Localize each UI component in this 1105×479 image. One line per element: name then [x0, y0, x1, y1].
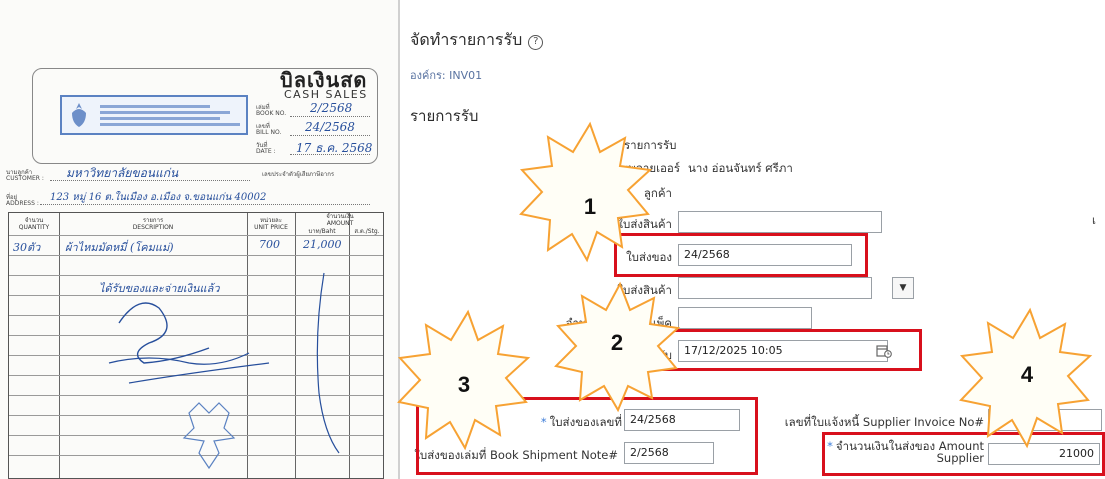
badge-number-4: 4 — [1020, 362, 1034, 387]
highlight-receipt-date — [614, 329, 922, 371]
seal-icon — [72, 103, 86, 127]
carrier-input[interactable] — [678, 307, 812, 329]
date-label: วันที่ DATE : — [256, 142, 276, 155]
supplier-value: นาง อ่อนจันทร์ ศรีภา — [688, 161, 793, 175]
badge-number-1: 1 — [583, 194, 597, 219]
help-circle-icon[interactable]: ? — [528, 35, 544, 50]
date-value: 17 ธ.ค. 2568 — [296, 141, 373, 155]
shop-stamp — [60, 95, 248, 135]
highlight-amount — [822, 432, 1105, 476]
chevron-down-icon[interactable]: ▼ — [892, 277, 914, 299]
badge-number-3: 3 — [457, 372, 471, 397]
customer-label: ลูกค้า — [643, 186, 672, 200]
highlight-shipment-docs — [416, 397, 758, 475]
section-title: รายการรับ — [410, 107, 479, 125]
receipt-title-english: CASH SALES — [284, 88, 368, 101]
supplier-invoice-no-label: เลขที่ใบแจ้งหนี้ Supplier Invoice No# — [784, 415, 984, 429]
handwriting-signatures — [108, 272, 340, 470]
address-value: 123 หมู่ 16 ต.ในเมือง อ.เมือง จ.ขอนแก่น … — [50, 192, 267, 203]
create-receipt-form: จัดทำรายการรับ? องค์กร: INV01 รายการรับ … — [402, 0, 1105, 479]
item-label: ใบส่งสินค้า — [617, 283, 672, 297]
shipment-number-input[interactable] — [678, 211, 882, 233]
bill-no-value: 24/2568 — [305, 120, 355, 134]
organization-label: องค์กร: INV01 — [410, 69, 483, 82]
book-no-label: เล่มที่ BOOK NO. — [256, 104, 287, 117]
receipt-type-label: รายการรับ — [624, 138, 677, 152]
bill-no-label: เลขที่ BILL NO. — [256, 123, 282, 136]
book-no-value: 2/2568 — [310, 101, 353, 115]
customer-label: นามลูกค้า CUSTOMER : — [6, 169, 44, 182]
badge-number-2: 2 — [610, 330, 624, 355]
address-label: ที่อยู่ ADDRESS : — [6, 194, 39, 207]
receipt-items-table: จำนวน QUANTITY รายการ DESCRIPTION หน่วยล… — [8, 212, 384, 479]
tax-id-label: เลขประจำตัวผู้เสียภาษีอากร — [262, 171, 335, 178]
collapse-triangle-icon[interactable] — [414, 384, 426, 393]
item-select[interactable] — [678, 277, 872, 299]
page-title: จัดทำรายการรับ? — [410, 28, 544, 53]
highlight-packing-slip — [614, 233, 868, 277]
supplier-label: ซัพพลายเออร์ — [612, 161, 680, 175]
page-title-text: จัดทำรายการรับ — [410, 30, 523, 49]
supplier-invoice-no-input[interactable] — [988, 409, 1102, 431]
receipt-image: บิลเงินสด CASH SALES เล่มที่ BOOK NO. 2/… — [0, 0, 400, 479]
shipment-number-label: ใบส่งสินค้า — [617, 217, 672, 231]
truncated-label: เ — [1092, 213, 1096, 227]
